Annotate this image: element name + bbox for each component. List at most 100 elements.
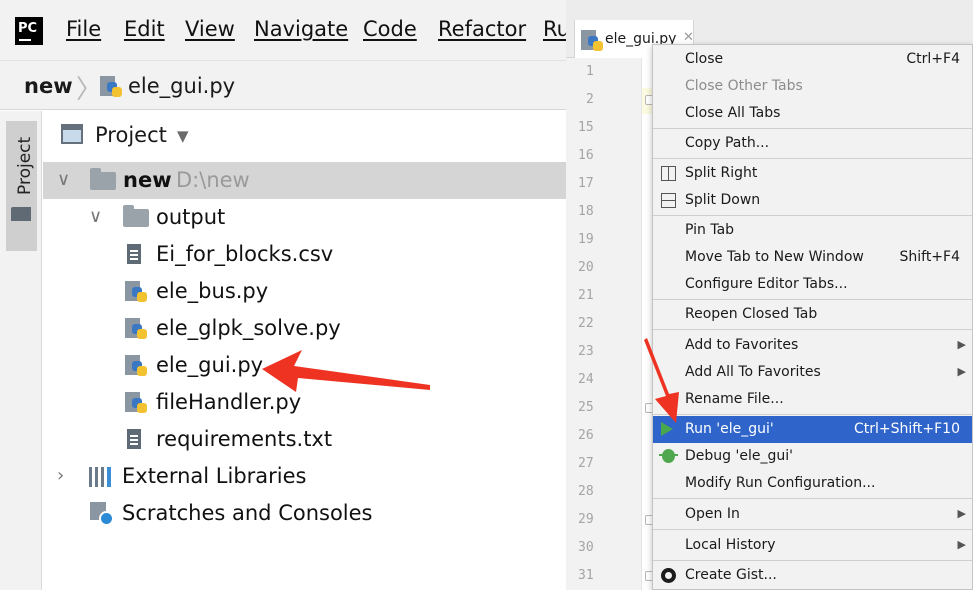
line-number: 22: [578, 316, 594, 331]
menu-item-run[interactable]: Run 'ele_gui' Ctrl+Shift+F10: [653, 416, 972, 443]
tree-file-name: ele_bus.py: [156, 279, 269, 303]
menu-separator: [653, 299, 972, 300]
project-view-icon: [61, 124, 83, 144]
line-number: 21: [578, 288, 594, 303]
menu-item-configure-tabs[interactable]: Configure Editor Tabs...: [653, 271, 972, 298]
tree-row-output[interactable]: ∨ output: [43, 199, 566, 236]
menu-item-reopen-closed-tab[interactable]: Reopen Closed Tab: [653, 301, 972, 328]
menu-code[interactable]: Code: [363, 17, 417, 41]
menu-item-label: Local History: [685, 537, 776, 553]
tree-row-external-libraries[interactable]: › External Libraries: [43, 458, 566, 495]
text-file-icon: [127, 429, 141, 449]
menu-item-close-all-tabs[interactable]: Close All Tabs: [653, 100, 972, 127]
menu-item-create-gist[interactable]: Create Gist...: [653, 562, 972, 589]
menu-item-label: Modify Run Configuration...: [685, 475, 876, 491]
line-number: 1: [586, 64, 594, 79]
project-panel-header: Project ▼: [43, 112, 566, 160]
breadcrumb: new 〉 ele_gui.py: [0, 60, 566, 110]
menu-run[interactable]: Ru: [543, 17, 566, 41]
tree-row-file[interactable]: requirements.txt: [43, 421, 566, 458]
chevron-right-icon[interactable]: ›: [57, 465, 64, 486]
pycharm-logo-icon: PC: [15, 17, 43, 45]
tree-file-name: requirements.txt: [156, 427, 333, 451]
folder-icon: [123, 205, 149, 227]
menu-navigate[interactable]: Navigate: [254, 17, 348, 41]
submenu-arrow-icon: ▶: [957, 365, 966, 378]
project-tool-tab[interactable]: Project: [6, 121, 37, 251]
tree-row-file[interactable]: ele_gui.py: [43, 347, 566, 384]
tree-row-root[interactable]: ∨ new D:\new: [43, 162, 566, 199]
menu-item-label: Open In: [685, 506, 740, 522]
line-number: 18: [578, 204, 594, 219]
menu-item-open-in[interactable]: Open In ▶: [653, 501, 972, 528]
menu-item-label: Configure Editor Tabs...: [685, 276, 848, 292]
tree-folder-name: output: [156, 205, 226, 229]
breadcrumb-project[interactable]: new: [24, 74, 73, 98]
menu-item-shortcut: Shift+F4: [899, 249, 960, 265]
dropdown-caret-icon[interactable]: ▼: [177, 127, 189, 145]
menu-separator: [653, 414, 972, 415]
menu-item-local-history[interactable]: Local History ▶: [653, 532, 972, 559]
tree-file-name: fileHandler.py: [156, 390, 302, 414]
menu-view[interactable]: View: [185, 17, 235, 41]
menu-item-close-other-tabs[interactable]: Close Other Tabs: [653, 73, 972, 100]
menu-bar: PC File Edit View Navigate Code Refactor…: [0, 0, 566, 60]
menu-item-close[interactable]: Close Ctrl+F4: [653, 46, 972, 73]
breadcrumb-separator-icon: 〉: [76, 75, 103, 105]
menu-item-copy-path[interactable]: Copy Path...: [653, 130, 972, 157]
line-number: 24: [578, 372, 594, 387]
menu-separator: [653, 158, 972, 159]
menu-item-label: Close Other Tabs: [685, 78, 803, 94]
python-file-icon: [125, 281, 147, 303]
tree-external-libraries: External Libraries: [122, 464, 307, 488]
project-view-selector[interactable]: Project: [95, 123, 167, 147]
close-icon[interactable]: ✕: [683, 30, 694, 45]
menu-item-split-right[interactable]: Split Right: [653, 160, 972, 187]
menu-item-rename-file[interactable]: Rename File...: [653, 386, 972, 413]
submenu-arrow-icon: ▶: [957, 507, 966, 520]
tree-scratches: Scratches and Consoles: [122, 501, 373, 525]
run-icon: [661, 422, 673, 436]
line-number-gutter: 1 2 15 16 17 18 19 20 21 22 23 24 25 26 …: [566, 58, 642, 590]
submenu-arrow-icon: ▶: [957, 538, 966, 551]
menu-item-move-tab[interactable]: Move Tab to New Window Shift+F4: [653, 244, 972, 271]
chevron-down-icon[interactable]: ∨: [57, 169, 70, 190]
menu-item-label: Rename File...: [685, 391, 784, 407]
tree-file-name: Ei_for_blocks.csv: [156, 242, 334, 266]
menu-item-label: Debug 'ele_gui': [685, 448, 793, 464]
menu-item-add-all-to-favorites[interactable]: Add All To Favorites ▶: [653, 359, 972, 386]
tree-row-scratches[interactable]: Scratches and Consoles: [43, 495, 566, 532]
menu-file[interactable]: File: [66, 17, 101, 41]
line-number: 17: [578, 176, 594, 191]
tab-context-menu: Close Ctrl+F4 Close Other Tabs Close All…: [652, 44, 973, 590]
menu-item-label: Copy Path...: [685, 135, 770, 151]
line-number: 15: [578, 120, 594, 135]
tree-row-file[interactable]: ele_glpk_solve.py: [43, 310, 566, 347]
menu-item-label: Add All To Favorites: [685, 364, 821, 380]
menu-separator: [653, 329, 972, 330]
menu-item-modify-run-config[interactable]: Modify Run Configuration...: [653, 470, 972, 497]
folder-icon: [11, 207, 31, 221]
tree-row-file[interactable]: fileHandler.py: [43, 384, 566, 421]
tree-row-file[interactable]: Ei_for_blocks.csv: [43, 236, 566, 273]
menu-refactor[interactable]: Refactor: [438, 17, 526, 41]
menu-item-debug[interactable]: Debug 'ele_gui': [653, 443, 972, 470]
breadcrumb-file[interactable]: ele_gui.py: [128, 74, 235, 98]
menu-item-label: Split Down: [685, 192, 761, 208]
scratches-icon: [90, 502, 116, 528]
line-number: 20: [578, 260, 594, 275]
chevron-down-icon[interactable]: ∨: [89, 206, 102, 227]
line-number: 16: [578, 148, 594, 163]
menu-separator: [653, 560, 972, 561]
menu-item-add-to-favorites[interactable]: Add to Favorites ▶: [653, 332, 972, 359]
tree-root-path: D:\new: [176, 168, 250, 192]
menu-item-split-down[interactable]: Split Down: [653, 187, 972, 214]
menu-item-label: Create Gist...: [685, 567, 777, 583]
menu-item-pin-tab[interactable]: Pin Tab: [653, 217, 972, 244]
menu-edit[interactable]: Edit: [124, 17, 165, 41]
line-number: 31: [578, 568, 594, 583]
line-number: 26: [578, 428, 594, 443]
python-file-icon: [581, 30, 603, 52]
menu-item-label: Close All Tabs: [685, 105, 781, 121]
tree-row-file[interactable]: ele_bus.py: [43, 273, 566, 310]
